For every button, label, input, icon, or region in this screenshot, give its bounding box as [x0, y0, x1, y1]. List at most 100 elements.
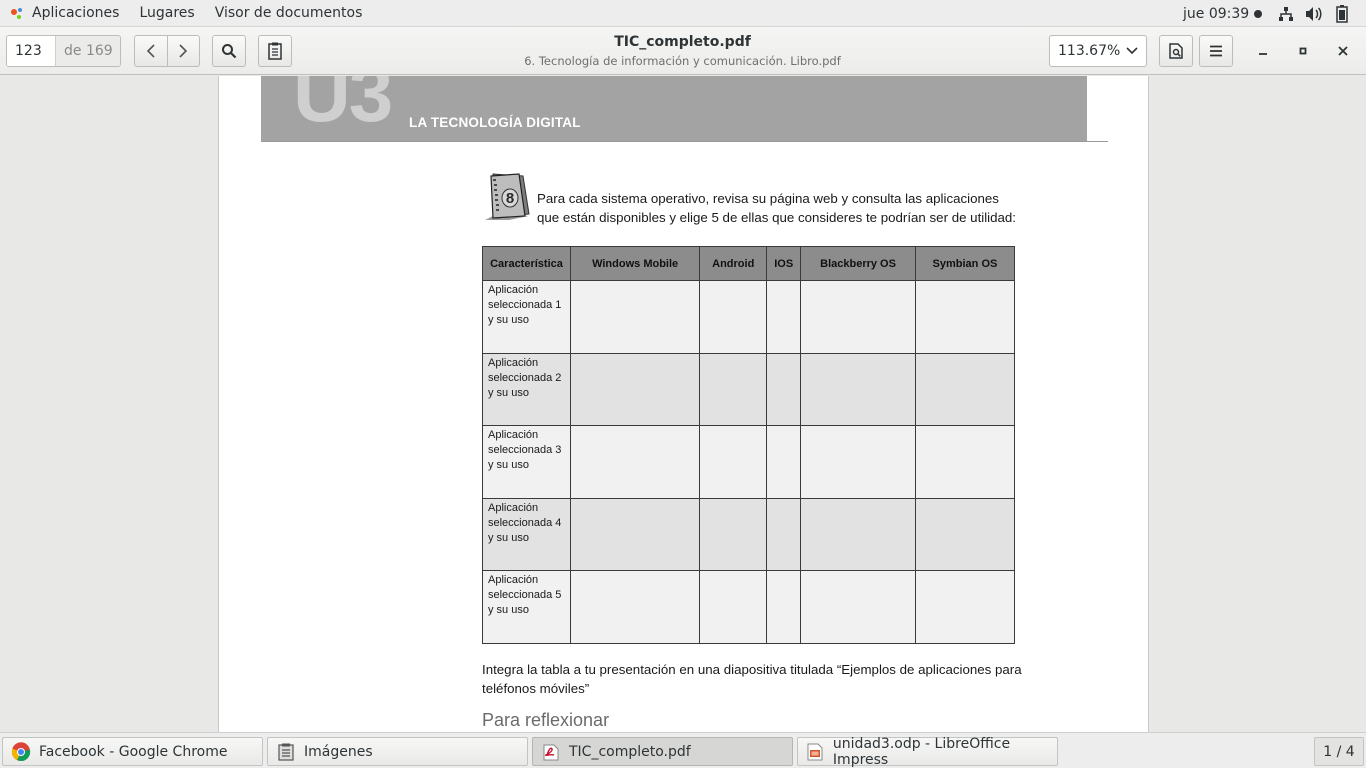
page-number-input[interactable]	[7, 36, 56, 66]
document-title: TIC_completo.pdf	[614, 34, 751, 50]
page-total-label: de 169	[56, 36, 120, 66]
table-cell	[914, 352, 1016, 426]
page-selector[interactable]: de 169	[6, 35, 121, 67]
pdf-viewer-icon	[541, 742, 561, 762]
task-label: unidad3.odp - LibreOffice Impress	[832, 735, 1011, 768]
table-cell	[699, 280, 768, 354]
task-label: Imágenes	[304, 743, 373, 760]
table-cell	[766, 570, 802, 644]
table-row: Aplicación seleccionada 4 y su uso	[482, 497, 1016, 571]
minimize-button[interactable]	[1251, 39, 1275, 63]
table-cell	[766, 352, 802, 426]
table-cell	[766, 280, 802, 354]
task-label: Facebook - Google Chrome	[39, 743, 228, 760]
workspace-switcher[interactable]: 1 / 4	[1314, 737, 1364, 766]
close-button[interactable]	[1331, 39, 1355, 63]
window-list-taskbar: Facebook - Google Chrome Imágenes TIC_co…	[0, 732, 1366, 768]
task-images[interactable]: Imágenes	[267, 737, 528, 766]
table-cell	[800, 497, 916, 571]
close-icon	[1338, 46, 1348, 56]
row-label: Aplicación seleccionada 1 y su uso	[482, 280, 571, 354]
zoom-selector[interactable]: 113.67%	[1049, 35, 1147, 67]
chrome-icon	[11, 741, 31, 762]
table-header-row: Característica Windows Mobile Android IO…	[482, 246, 1016, 281]
table-cell	[914, 425, 1016, 499]
section-heading: Para reflexionar	[482, 710, 610, 730]
activity-instructions: Para cada sistema operativo, revisa su p…	[537, 191, 1017, 225]
annotations-button[interactable]	[1159, 35, 1193, 67]
next-page-button[interactable]	[166, 36, 200, 66]
image-viewer-icon	[276, 742, 296, 762]
maximize-icon	[1299, 47, 1307, 55]
battery-icon	[1333, 4, 1351, 23]
app-menu-label: Visor de documentos	[214, 5, 363, 21]
table-cell	[766, 425, 802, 499]
system-tray[interactable]	[1277, 0, 1351, 27]
row-label: Aplicación seleccionada 3 y su uso	[482, 425, 571, 499]
table-cell	[800, 352, 916, 426]
applications-table: Característica Windows Mobile Android IO…	[482, 246, 1016, 644]
notification-dot-icon	[1254, 9, 1263, 18]
table-cell	[569, 280, 701, 354]
unit-banner: U3 LA TECNOLOGÍA DIGITAL	[261, 76, 1087, 142]
sidebar-toggle-button[interactable]	[258, 35, 292, 67]
task-label: TIC_completo.pdf	[569, 743, 691, 760]
applications-icon	[10, 6, 24, 20]
previous-page-button[interactable]	[135, 36, 167, 66]
maximize-button[interactable]	[1291, 39, 1315, 63]
document-subtitle: 6. Tecnología de información y comunicac…	[524, 54, 841, 68]
table-cell	[569, 352, 701, 426]
banner-divider	[261, 141, 1108, 142]
document-view[interactable]: U3 LA TECNOLOGÍA DIGITAL 8 Para cada sis…	[0, 76, 1366, 732]
activity-number: 8	[506, 190, 514, 207]
row-label: Aplicación seleccionada 2 y su uso	[482, 352, 571, 426]
places-menu[interactable]: Lugares	[129, 0, 204, 27]
zoom-level: 113.67%	[1058, 43, 1121, 59]
volume-icon	[1305, 5, 1323, 23]
table-cell	[766, 497, 802, 571]
unit-number: U3	[293, 76, 393, 138]
table-header-cell: Symbian OS	[914, 246, 1016, 281]
places-menu-label: Lugares	[139, 5, 195, 21]
table-cell	[914, 280, 1016, 354]
clock[interactable]: jue 09:39	[1183, 0, 1263, 27]
chevron-down-icon	[1126, 47, 1138, 55]
page-navigation	[134, 35, 200, 67]
table-cell	[914, 570, 1016, 644]
table-header-cell: IOS	[766, 246, 802, 281]
unit-title: LA TECNOLOGÍA DIGITAL	[409, 115, 581, 130]
task-chrome[interactable]: Facebook - Google Chrome	[2, 737, 263, 766]
chevron-left-icon	[146, 44, 155, 58]
table-cell	[699, 425, 768, 499]
pdf-page: U3 LA TECNOLOGÍA DIGITAL 8 Para cada sis…	[218, 76, 1149, 732]
table-header-cell: Windows Mobile	[569, 246, 701, 281]
table-cell	[914, 497, 1016, 571]
row-label: Aplicación seleccionada 5 y su uso	[482, 570, 571, 644]
applications-menu[interactable]: Aplicaciones	[0, 0, 129, 27]
search-icon	[222, 44, 237, 59]
table-row: Aplicación seleccionada 3 y su uso	[482, 425, 1016, 499]
impress-icon	[806, 742, 825, 762]
app-menu[interactable]: Visor de documentos	[205, 0, 373, 27]
table-row: Aplicación seleccionada 5 y su uso	[482, 570, 1016, 644]
table-cell	[699, 352, 768, 426]
table-row: Aplicación seleccionada 1 y su uso	[482, 280, 1016, 354]
chevron-right-icon	[179, 44, 188, 58]
search-button[interactable]	[212, 35, 246, 67]
table-row: Aplicación seleccionada 2 y su uso	[482, 352, 1016, 426]
table-cell	[800, 280, 916, 354]
clock-label: jue 09:39	[1183, 5, 1250, 22]
network-icon	[1277, 5, 1295, 23]
clipboard-icon	[268, 42, 282, 60]
table-cell	[569, 570, 701, 644]
table-header-cell: Característica	[482, 246, 571, 281]
document-search-icon	[1169, 43, 1183, 59]
table-cell	[800, 425, 916, 499]
hamburger-menu-icon	[1210, 45, 1222, 57]
table-cell	[569, 425, 701, 499]
task-impress[interactable]: unidad3.odp - LibreOffice Impress	[797, 735, 1058, 768]
integrate-instructions: Integra la tabla a tu presentación en un…	[482, 662, 1022, 696]
applications-menu-label: Aplicaciones	[32, 5, 120, 21]
task-pdf-viewer[interactable]: TIC_completo.pdf	[532, 737, 793, 766]
main-menu-button[interactable]	[1199, 35, 1233, 67]
